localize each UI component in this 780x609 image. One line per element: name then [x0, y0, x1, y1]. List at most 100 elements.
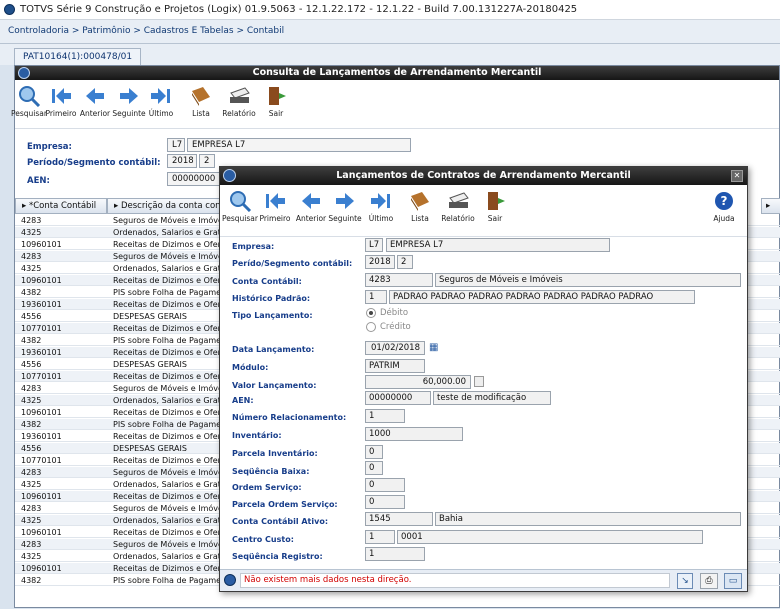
- parcela-ordem-servico-field[interactable]: 0: [365, 495, 405, 509]
- cell-descricao: Receitas de Dizimos e Ofertas: [113, 456, 223, 465]
- help-icon: ?: [704, 190, 744, 212]
- radio-credito-label: Crédito: [380, 322, 411, 332]
- cell-descricao: Seguros de Móveis e Imóveis: [113, 252, 223, 261]
- conta-code-field[interactable]: 4283: [365, 273, 433, 287]
- cell-descricao: Receitas de Dizimos e Ofertas: [113, 276, 223, 285]
- cell-conta: 10960101: [21, 408, 62, 417]
- valor-field[interactable]: 60,000.00: [365, 375, 471, 389]
- aen-code-field[interactable]: 00000000: [365, 391, 431, 405]
- cell-conta: 4556: [21, 312, 42, 321]
- report-button[interactable]: Relatório: [219, 85, 259, 118]
- periodo-seg-field[interactable]: 2: [199, 154, 215, 168]
- radio-credito[interactable]: [366, 322, 376, 332]
- cell-descricao: Seguros de Móveis e Imóveis: [113, 504, 223, 513]
- book-icon: [181, 85, 221, 107]
- cell-conta: 4283: [21, 384, 42, 393]
- cell-descricao: PIS sobre Folha de Pagamento: [113, 420, 223, 429]
- col-header-more[interactable]: ▸: [761, 198, 780, 214]
- cell-descricao: Ordenados, Salarios e Gratificações: [113, 516, 223, 525]
- list-button[interactable]: Lista: [181, 85, 221, 118]
- list-label: Lista: [411, 214, 429, 223]
- dialog-header: Lançamentos de Contratos de Arrendamento…: [220, 167, 747, 185]
- centro-custo-code-field[interactable]: 1: [365, 530, 395, 544]
- col-header-conta[interactable]: ▸ *Conta Contábil: [15, 198, 107, 214]
- cell-conta: 10770101: [21, 456, 62, 465]
- print-icon[interactable]: ⎙: [700, 573, 718, 589]
- lancamentos-dialog: Lançamentos de Contratos de Arrendamento…: [219, 166, 748, 592]
- cell-conta: 10960101: [21, 276, 62, 285]
- cell-conta: 4382: [21, 420, 42, 429]
- data-label: Data Lançamento:: [232, 345, 315, 354]
- last-arrow-icon: [141, 85, 181, 107]
- cell-conta: 4325: [21, 396, 42, 405]
- first-button[interactable]: Primeiro: [255, 190, 295, 223]
- cell-conta: 10770101: [21, 324, 62, 333]
- conta-ativo-code-field[interactable]: 1545: [365, 512, 433, 526]
- cell-conta: 19360101: [21, 348, 62, 357]
- last-button[interactable]: Último: [361, 190, 401, 223]
- inventario-field[interactable]: 1000: [365, 427, 463, 441]
- cell-conta: 4283: [21, 468, 42, 477]
- historico-code-field[interactable]: 1: [365, 290, 387, 304]
- sequencia-baixa-label: Seqüência Baixa:: [232, 467, 310, 476]
- report-button[interactable]: Relatório: [438, 190, 478, 223]
- conta-ativo-desc-field: Bahia: [435, 512, 741, 526]
- last-button[interactable]: Último: [141, 85, 181, 118]
- report-label: Relatório: [222, 109, 256, 118]
- cell-conta: 19360101: [21, 432, 62, 441]
- help-button[interactable]: ? Ajuda: [704, 190, 744, 223]
- empresa-code-field[interactable]: L7: [167, 138, 185, 152]
- calculator-icon[interactable]: [474, 376, 484, 387]
- exit-door-icon: [475, 190, 515, 212]
- resize-icon[interactable]: ↘: [677, 573, 693, 589]
- radio-debito-label: Débito: [380, 308, 409, 318]
- keyboard-icon[interactable]: ▭: [724, 573, 742, 589]
- modulo-label: Módulo:: [232, 363, 269, 372]
- cell-descricao: Receitas de Dizimos e Ofertas: [113, 432, 223, 441]
- dialog-app-icon: [223, 169, 236, 182]
- cell-conta: 4325: [21, 480, 42, 489]
- radio-debito[interactable]: [366, 308, 376, 318]
- cell-descricao: Seguros de Móveis e Imóveis: [113, 540, 223, 549]
- app-titlebar: TOTVS Série 9 Construção e Projetos (Log…: [0, 0, 780, 20]
- cell-conta: 10960101: [21, 492, 62, 501]
- periodo-ano-field[interactable]: 2018: [365, 255, 395, 269]
- conta-label: Conta Contábil:: [232, 277, 302, 286]
- exit-button[interactable]: Sair: [475, 190, 515, 223]
- search-button[interactable]: Pesquisar: [220, 190, 260, 223]
- aen-label: AEN:: [27, 176, 50, 186]
- cell-conta: 4325: [21, 552, 42, 561]
- cell-descricao: Ordenados, Salarios e Gratificações: [113, 396, 223, 405]
- col-header-conta-label: *Conta Contábil: [28, 201, 97, 211]
- cell-conta: 10960101: [21, 240, 62, 249]
- cell-descricao: Receitas de Dizimos e Ofertas: [113, 240, 223, 249]
- exit-button[interactable]: Sair: [256, 85, 296, 118]
- next-arrow-icon: [325, 190, 365, 212]
- data-field[interactable]: 01/02/2018: [365, 341, 425, 355]
- breadcrumb: Controladoria > Patrimônio > Cadastros E…: [0, 20, 780, 44]
- parcela-inventario-field[interactable]: 0: [365, 445, 383, 459]
- periodo-ano-field[interactable]: 2018: [167, 154, 197, 168]
- list-button[interactable]: Lista: [400, 190, 440, 223]
- periodo-label: Perído/Segmento contábil:: [232, 259, 353, 268]
- periodo-seg-field[interactable]: 2: [397, 255, 413, 269]
- ordem-servico-field[interactable]: 0: [365, 478, 405, 492]
- report-label: Relatório: [441, 214, 475, 223]
- empresa-code-field[interactable]: L7: [365, 238, 383, 252]
- cell-conta: 4382: [21, 576, 42, 585]
- tab-strip: PAT10164(1):000478/01: [0, 44, 780, 65]
- help-label: Ajuda: [713, 214, 735, 223]
- empresa-name-field: EMPRESA L7: [386, 238, 610, 252]
- calendar-icon[interactable]: ▦: [429, 342, 438, 353]
- aen-field[interactable]: 00000000: [167, 172, 227, 186]
- printer-icon: [219, 85, 259, 107]
- numero-relacionamento-field[interactable]: 1: [365, 409, 405, 423]
- dialog-close-button[interactable]: ✕: [731, 170, 743, 182]
- tab-program[interactable]: PAT10164(1):000478/01: [14, 48, 142, 65]
- col-header-descricao[interactable]: ▸ Descrição da conta contábil: [107, 198, 227, 214]
- cell-descricao: Receitas de Dizimos e Ofertas: [113, 492, 223, 501]
- sequencia-baixa-field[interactable]: 0: [365, 461, 383, 475]
- cell-conta: 4283: [21, 216, 42, 225]
- col-header-descricao-label: Descrição da conta contábil: [120, 201, 226, 211]
- next-button[interactable]: Seguinte: [325, 190, 365, 223]
